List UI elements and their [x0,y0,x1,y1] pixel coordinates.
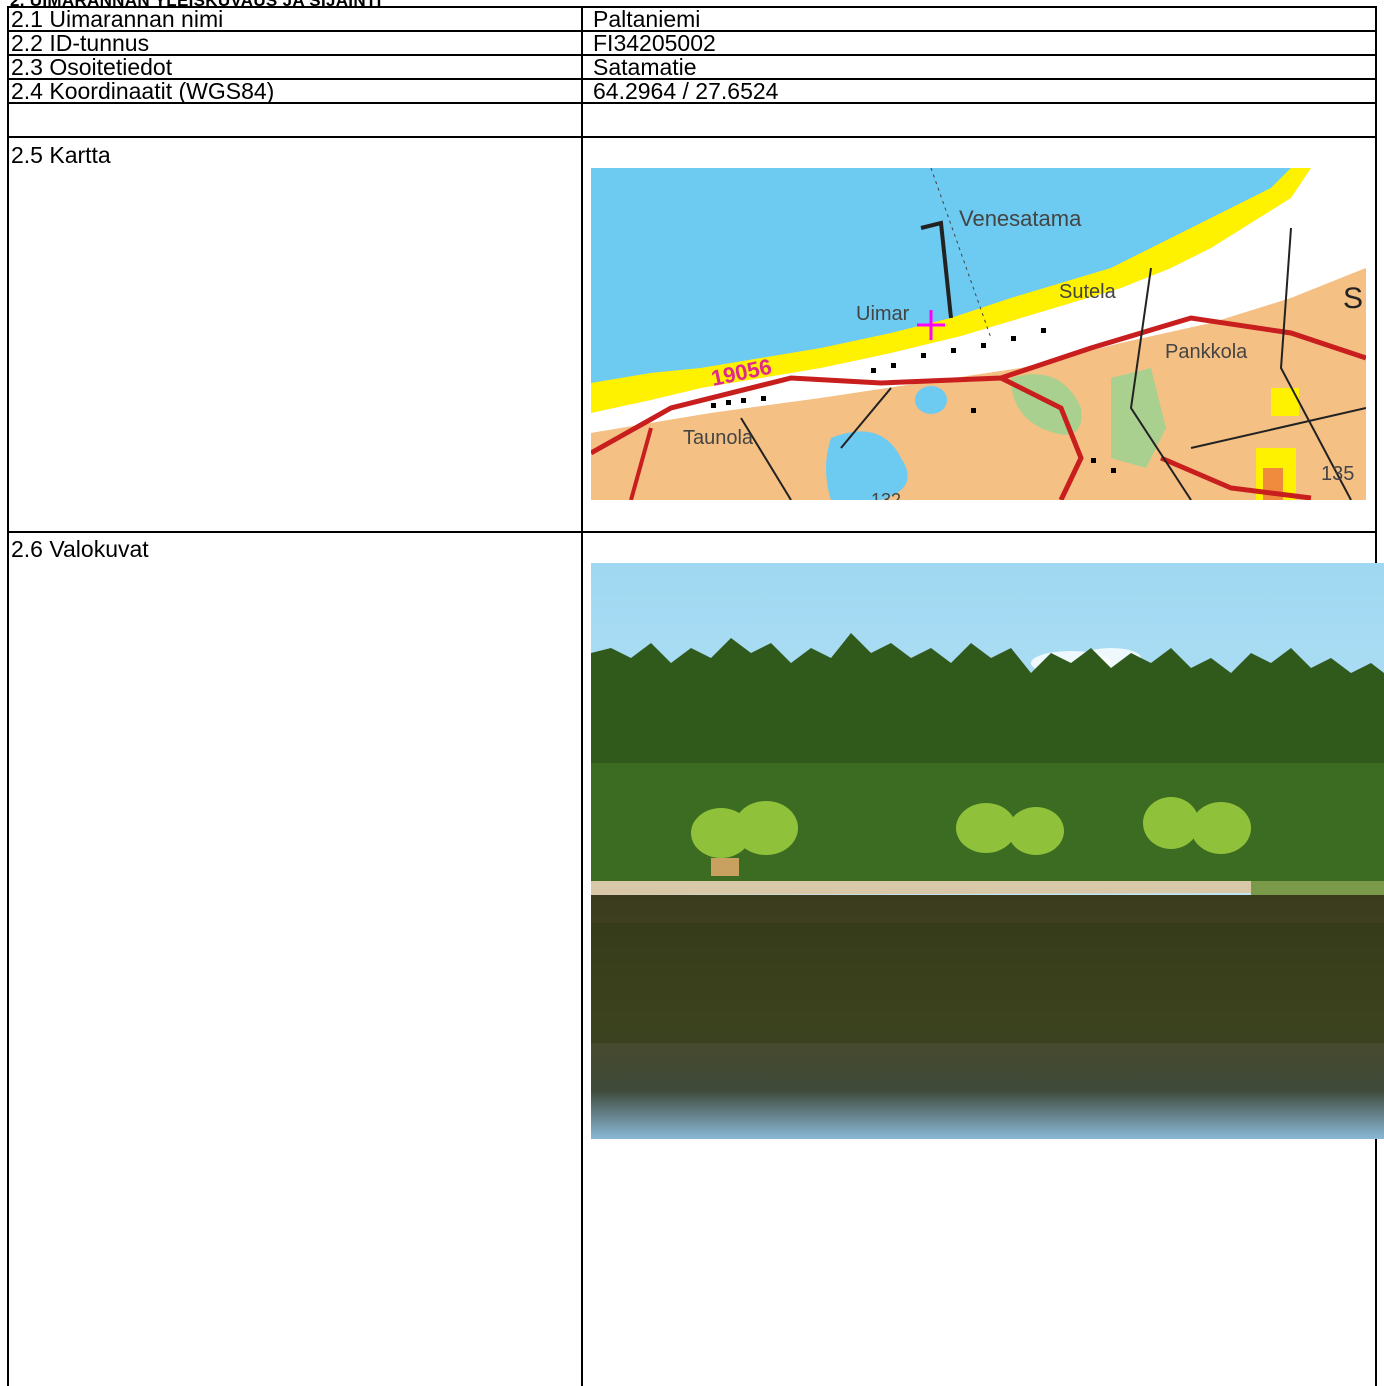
map-label-venesatama: Venesatama [959,206,1082,231]
row-label-name: 2.1 Uimarannan nimi [11,6,224,32]
map-number-135: 135 [1321,463,1354,485]
row-label-photos: 2.6 Valokuvat [11,536,149,562]
row-value-coordinates: 64.2964 / 27.6524 [593,78,779,104]
row-value-id: FI34205002 [593,30,716,56]
map-label-pankkola: Pankkola [1165,341,1248,363]
map-label-sutela: Sutela [1059,281,1117,303]
map-label-taunola: Taunola [683,427,754,449]
beach-photo [591,563,1384,1139]
row-label-id: 2.2 ID-tunnus [11,30,150,56]
row-label-address: 2.3 Osoitetiedot [11,54,173,80]
row-label-coordinates: 2.4 Koordinaatit (WGS84) [11,78,275,104]
location-map: Venesatama Uimar Sutela Pankkola Taunola… [591,168,1366,500]
row-label-map: 2.5 Kartta [11,142,111,168]
row-value-address: Satamatie [593,54,697,80]
map-label-s: S [1343,282,1363,315]
row-value-name: Paltaniemi [593,6,701,32]
map-number-132: 132 [871,490,901,500]
map-label-uimar: Uimar [856,303,910,325]
